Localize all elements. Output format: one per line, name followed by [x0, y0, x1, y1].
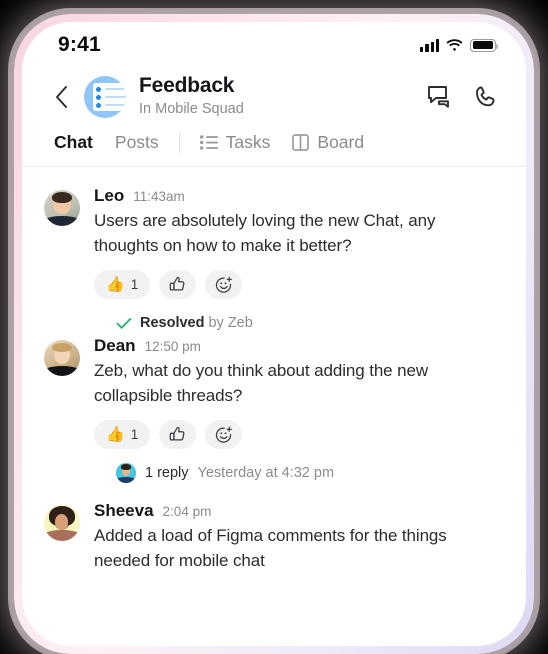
phone-frame: 9:41 Feedback In Mobile Squad Chat Posts… — [14, 14, 534, 654]
reply-time: Yesterday at 4:32 pm — [197, 465, 335, 482]
back-button[interactable] — [44, 80, 78, 114]
cellular-signal-icon — [420, 38, 439, 52]
reaction-thumbsup[interactable]: 👍 1 — [94, 270, 151, 300]
tab-board[interactable]: Board — [292, 132, 364, 153]
status-bar: 9:41 — [22, 22, 526, 68]
avatar[interactable] — [44, 505, 80, 542]
thumbs-up-outline-icon — [169, 427, 185, 441]
reaction-bar: 👍 1 — [94, 420, 504, 450]
chat-header: Feedback In Mobile Squad — [22, 68, 526, 129]
status-badge: Resolved by Zeb — [22, 299, 526, 331]
header-text: Feedback In Mobile Squad — [139, 74, 427, 119]
board-icon — [292, 134, 310, 152]
reaction-count: 1 — [130, 427, 139, 443]
avatar[interactable] — [44, 340, 80, 377]
thread-reply-row[interactable]: 1 reply Yesterday at 4:32 pm — [22, 449, 526, 484]
tab-board-label: Board — [317, 132, 365, 153]
tab-bar: Chat Posts Tasks Board — [22, 129, 526, 168]
tab-chat[interactable]: Chat — [54, 132, 93, 153]
thumbs-up-icon: 👍 — [106, 276, 125, 294]
tab-tasks[interactable]: Tasks — [199, 132, 271, 153]
thumbs-up-button[interactable] — [159, 420, 197, 450]
message-author: Dean — [94, 336, 136, 356]
message-item: Leo 11:43am Users are absolutely loving … — [22, 177, 526, 300]
call-icon[interactable] — [474, 85, 498, 109]
message-list: Leo 11:43am Users are absolutely loving … — [22, 167, 526, 574]
chevron-left-icon — [55, 85, 67, 108]
status-time: 9:41 — [58, 33, 101, 56]
message-text: Zeb, what do you think about adding the … — [94, 361, 429, 406]
message-item: Dean 12:50 pm Zeb, what do you think abo… — [22, 331, 526, 450]
reaction-thumbsup[interactable]: 👍 1 — [94, 420, 151, 450]
message-author: Leo — [94, 186, 125, 206]
wifi-icon — [446, 38, 463, 51]
message-time: 12:50 pm — [144, 339, 201, 355]
header-subtitle: In Mobile Squad — [139, 100, 244, 117]
avatar[interactable] — [44, 190, 80, 227]
resolved-label: Resolved — [140, 315, 205, 332]
message-meta: Leo 11:43am — [94, 186, 504, 206]
add-reaction-icon — [215, 426, 232, 443]
add-reaction-button[interactable] — [205, 270, 243, 300]
group-list-avatar[interactable] — [84, 75, 126, 118]
message-text: Added a load of Figma comments for the t… — [94, 526, 447, 571]
message-item: Sheeva 2:04 pm Added a load of Figma com… — [22, 483, 526, 574]
tab-chat-label: Chat — [54, 132, 93, 153]
list-icon — [199, 135, 218, 151]
message-meta: Dean 12:50 pm — [94, 336, 504, 356]
message-time: 11:43am — [133, 189, 185, 205]
tab-divider — [178, 132, 180, 154]
battery-icon — [470, 38, 499, 52]
reaction-count: 1 — [130, 277, 139, 293]
phone-screen: 9:41 Feedback In Mobile Squad Chat Posts… — [22, 22, 526, 646]
reply-count: 1 reply — [145, 465, 189, 482]
message-body: Dean 12:50 pm Zeb, what do you think abo… — [94, 336, 504, 450]
tab-posts[interactable]: Posts — [115, 132, 159, 153]
add-reaction-button[interactable] — [205, 420, 243, 450]
add-reaction-icon — [215, 276, 232, 293]
page-title: Feedback — [139, 74, 235, 97]
message-text: Users are absolutely loving the new Chat… — [94, 211, 436, 256]
message-author: Sheeva — [94, 501, 154, 521]
message-body: Leo 11:43am Users are absolutely loving … — [94, 186, 504, 300]
threads-icon[interactable] — [427, 85, 454, 109]
status-icons — [420, 38, 499, 52]
header-actions — [427, 85, 498, 109]
avatar — [116, 463, 136, 484]
reaction-bar: 👍 1 — [94, 270, 504, 300]
message-meta: Sheeva 2:04 pm — [94, 501, 504, 521]
thumbs-up-button[interactable] — [159, 270, 197, 300]
tab-posts-label: Posts — [114, 132, 159, 153]
thumbs-up-icon: 👍 — [106, 426, 125, 444]
message-time: 2:04 pm — [162, 504, 212, 520]
resolved-by: by Zeb — [208, 315, 253, 332]
thumbs-up-outline-icon — [169, 277, 185, 291]
message-body: Sheeva 2:04 pm Added a load of Figma com… — [94, 501, 504, 574]
check-icon — [116, 317, 132, 329]
tab-tasks-label: Tasks — [225, 132, 271, 153]
